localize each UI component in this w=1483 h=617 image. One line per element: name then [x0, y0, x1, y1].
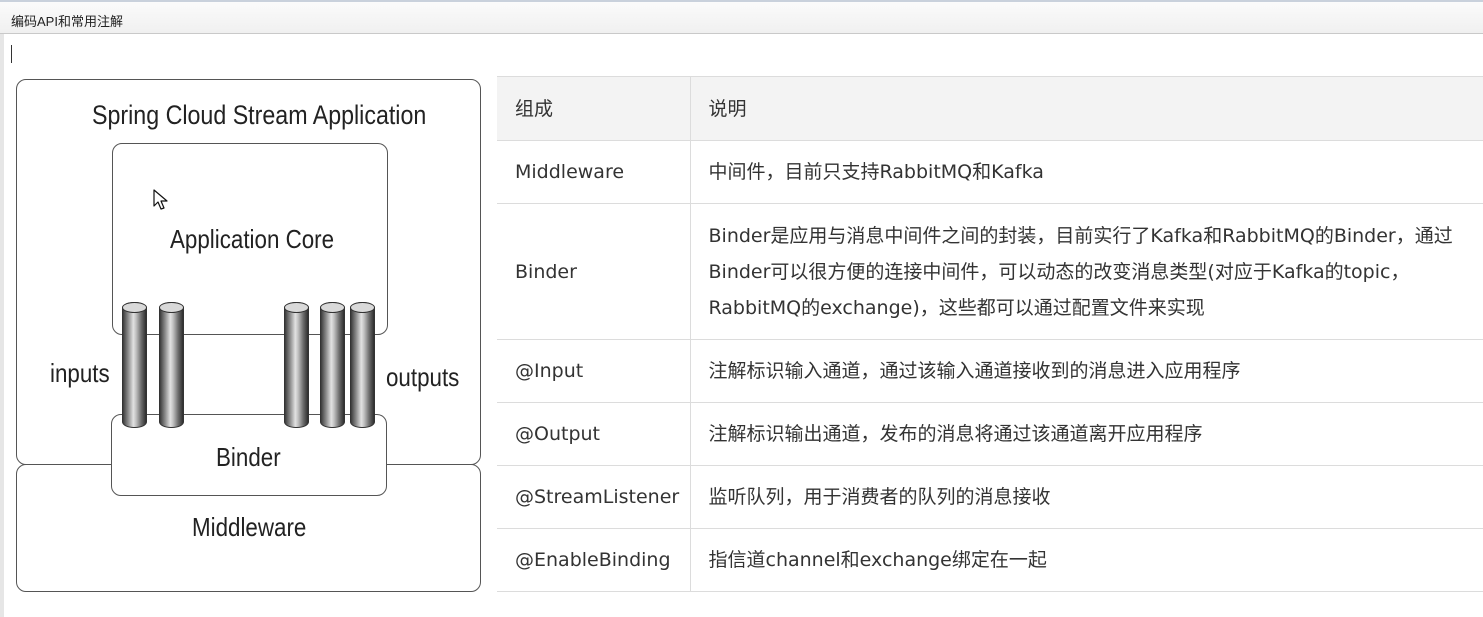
mouse-pointer-icon — [153, 189, 168, 210]
table-row: @EnableBinding 指信道channel和exchange绑定在一起 — [497, 528, 1483, 592]
left-edge-strip — [0, 34, 4, 617]
spring-cloud-stream-diagram: Spring Cloud Stream Application Applicat… — [12, 76, 486, 596]
application-label: Spring Cloud Stream Application — [92, 100, 427, 130]
component-cell: @Input — [497, 339, 690, 403]
description-line: Binder是应用与消息中间件之间的封装，目前实行了Kafka和RabbitMQ… — [708, 224, 1453, 247]
table-row: @Input 注解标识输入通道，通过该输入通道接收到的消息进入应用程序 — [497, 339, 1483, 403]
middleware-label: Middleware — [192, 512, 307, 542]
outputs-label: outputs — [386, 362, 460, 392]
table-row: @Output 注解标识输出通道，发布的消息将通过该通道离开应用程序 — [497, 402, 1483, 466]
table-row: Binder Binder是应用与消息中间件之间的封装，目前实行了Kafka和R… — [497, 203, 1483, 340]
column-header-component: 组成 — [497, 76, 690, 141]
description-cell: 注解标识输出通道，发布的消息将通过该通道离开应用程序 — [689, 402, 1483, 466]
description-line: RabbitMQ的exchange)，这些都可以通过配置文件来实现 — [708, 296, 1205, 319]
description-cell: 中间件，目前只支持RabbitMQ和Kafka — [689, 140, 1483, 204]
component-cell: @Output — [497, 402, 690, 466]
input-channel-cylinder — [159, 302, 184, 428]
output-channel-cylinder — [320, 302, 345, 428]
table-header-row: 组成 说明 — [497, 76, 1483, 141]
window-title-bar: 编码API和常用注解 — [0, 0, 1483, 34]
application-core-label: Application Core — [170, 224, 335, 254]
component-cell: @EnableBinding — [497, 528, 690, 592]
description-cell: 监听队列，用于消费者的队列的消息接收 — [689, 465, 1483, 529]
components-table: 组成 说明 Middleware 中间件，目前只支持RabbitMQ和Kafka… — [497, 76, 1483, 592]
column-header-description: 说明 — [689, 76, 1483, 141]
table-row: Middleware 中间件，目前只支持RabbitMQ和Kafka — [497, 140, 1483, 204]
output-channel-cylinder — [350, 302, 375, 428]
component-cell: Binder — [497, 203, 690, 340]
component-cell: Middleware — [497, 140, 690, 204]
description-cell: 指信道channel和exchange绑定在一起 — [689, 528, 1483, 592]
table-row: @StreamListener 监听队列，用于消费者的队列的消息接收 — [497, 465, 1483, 529]
description-line: Binder可以很方便的连接中间件，可以动态的改变消息类型(对应于Kafka的t… — [708, 260, 1410, 283]
text-caret — [11, 45, 12, 63]
description-cell: Binder是应用与消息中间件之间的封装，目前实行了Kafka和RabbitMQ… — [689, 203, 1483, 340]
component-cell: @StreamListener — [497, 465, 690, 529]
input-channel-cylinder — [122, 302, 147, 428]
window-title: 编码API和常用注解 — [11, 14, 123, 29]
description-cell: 注解标识输入通道，通过该输入通道接收到的消息进入应用程序 — [689, 339, 1483, 403]
binder-label: Binder — [216, 442, 281, 472]
output-channel-cylinder — [284, 302, 309, 428]
inputs-label: inputs — [50, 358, 110, 388]
